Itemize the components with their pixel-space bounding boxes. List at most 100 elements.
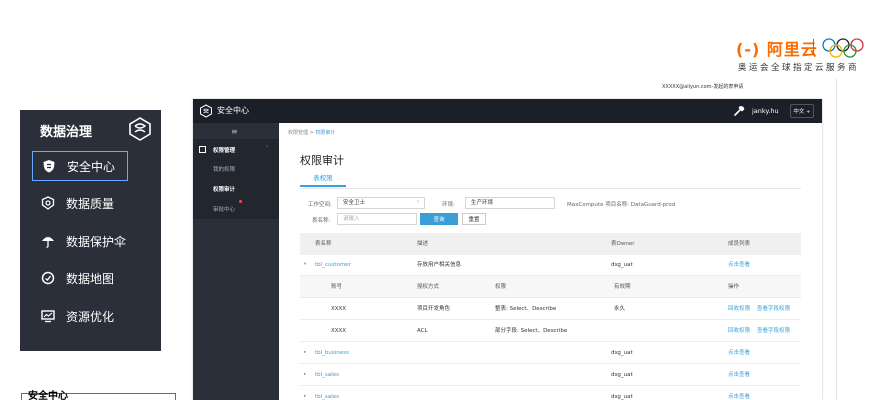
screenshot-stage: (-) 阿里云 奥运会全球指定云服务商 XXXXX@aliyun.com-发起的… xyxy=(0,0,889,400)
col-owner: 表Owner xyxy=(611,241,635,247)
subcol-validity: 有效期 xyxy=(614,284,631,290)
tab-table-permission[interactable]: 表权限 xyxy=(300,169,346,187)
sub-account: XXXX xyxy=(331,328,347,334)
table-row: ▸ tbl_sales dsg_uat 点击查看 xyxy=(300,386,801,400)
map-icon xyxy=(40,270,56,286)
app-logo-icon xyxy=(200,104,212,118)
env-label: 环境: xyxy=(442,202,455,208)
row-owner: dsg_uat xyxy=(611,394,633,400)
menu-item-label: 资源优化 xyxy=(66,309,115,324)
app-title: 安全中心 xyxy=(217,106,249,115)
data-governance-menu: 数据治理 安全中心 数据质量 数据保护伞 数据地图 资源优化 xyxy=(20,110,161,351)
sub-grant: 项目开发角色 xyxy=(417,306,451,312)
expand-arrow-icon[interactable]: ▸ xyxy=(304,364,306,386)
subtable-row: XXXX 项目开发角色 整表: Select、Describe 永久 回收权限 … xyxy=(300,298,801,320)
view-members-link[interactable]: 点击查看 xyxy=(728,386,750,400)
table-name-link[interactable]: tbl_sales xyxy=(315,386,339,400)
col-members: 成员列表 xyxy=(728,241,751,247)
collapse-arrow-icon[interactable]: ▾ xyxy=(304,254,306,276)
subcol-operation: 操作 xyxy=(728,284,740,290)
workspace-select[interactable]: 安全卫士 ⌃ xyxy=(337,197,425,209)
umbrella-icon xyxy=(40,233,56,249)
table-name-link[interactable]: tbl_customer xyxy=(315,254,351,276)
security-center-window: 安全中心 janky.hu 中文 ÷ ≡ 权限管理 ⌃ 我的权限 权限审计 审批… xyxy=(193,99,822,400)
view-field-permission-link[interactable]: 查看字段权限 xyxy=(757,298,790,320)
sidebar-item-approval-center[interactable]: 审批中心 xyxy=(213,205,235,213)
app-sidebar: ≡ 权限管理 ⌃ 我的权限 权限审计 审批中心 xyxy=(193,123,279,400)
brand-divider xyxy=(813,39,814,55)
reset-button[interactable]: 重置 xyxy=(462,213,486,225)
expand-arrow-icon[interactable]: ▸ xyxy=(304,342,306,364)
table-name-link[interactable]: tbl_sales xyxy=(315,364,339,386)
expand-arrow-icon[interactable]: ▸ xyxy=(304,386,306,400)
top-bar: 安全中心 janky.hu 中文 ÷ xyxy=(193,99,822,123)
subtable-header: 账号 授权方式 权限 有效期 操作 xyxy=(300,276,801,298)
email-caption: XXXXX@aliyun.com-发起的表申请 xyxy=(662,84,744,90)
sub-validity: 永久 xyxy=(614,306,626,312)
revoke-link[interactable]: 回收权限 xyxy=(728,298,750,320)
view-members-link[interactable]: 点击查看 xyxy=(728,254,750,276)
menu-title: 数据治理 xyxy=(40,125,93,140)
aliyun-branding: (-) 阿里云 奥运会全球指定云服务商 xyxy=(728,36,878,76)
menu-item-data-map[interactable]: 数据地图 xyxy=(32,263,128,293)
quality-icon xyxy=(40,195,56,211)
table-name-input[interactable]: 请输入 xyxy=(337,213,417,225)
menu-item-label: 数据保护伞 xyxy=(66,234,127,249)
language-select[interactable]: 中文 ÷ xyxy=(790,104,814,118)
sidebar-group-permission[interactable]: 权限管理 xyxy=(213,146,235,154)
menu-item-security-center[interactable]: 安全中心 xyxy=(32,151,128,181)
row-owner: dsg_uat xyxy=(611,372,633,378)
table-row: ▸ tbl_business dsg_uat 点击查看 xyxy=(300,342,801,364)
subcol-grant: 授权方式 xyxy=(417,284,440,290)
menu-item-label: 安全中心 xyxy=(67,159,116,174)
aliyun-logo: (-) 阿里云 xyxy=(736,40,818,59)
menu-item-label: 数据质量 xyxy=(66,196,115,211)
query-button[interactable]: 查询 xyxy=(420,213,458,225)
table-row: ▸ tbl_sales dsg_uat 点击查看 xyxy=(300,364,801,386)
breadcrumb-current: 权限审计 xyxy=(315,130,336,136)
subtable-row: XXXX ACL 部分字段: Select、Describe 回收权限 查看字段… xyxy=(300,320,801,342)
breadcrumb-root[interactable]: 权限管理 xyxy=(288,130,308,136)
view-members-link[interactable]: 点击查看 xyxy=(728,364,750,386)
main-content: 权限管理 > 权限审计 权限审计 表权限 工作空间: 安全卫士 ⌃ 环境: 生产环… xyxy=(279,123,822,400)
monitor-icon xyxy=(40,308,56,324)
workspace-value: 安全卫士 xyxy=(343,200,366,206)
menu-item-data-quality[interactable]: 数据质量 xyxy=(32,188,128,218)
view-members-link[interactable]: 点击查看 xyxy=(728,342,750,364)
sidebar-item-my-permission[interactable]: 我的权限 xyxy=(213,165,235,173)
table-header: 表名称 描述 表Owner 成员列表 xyxy=(300,233,801,255)
row-owner: dsg_uat xyxy=(611,262,633,268)
row-description: 存放用户相关信息 xyxy=(417,262,462,268)
project-name: MaxCompute 项目名称: DataGuard-prod xyxy=(567,202,676,208)
revoke-link[interactable]: 回收权限 xyxy=(728,320,750,342)
col-description: 描述 xyxy=(417,241,429,247)
governance-logo-icon xyxy=(129,117,151,141)
tab-divider xyxy=(300,188,801,189)
page-title: 权限审计 xyxy=(300,154,344,167)
breadcrumb: 权限管理 > 权限审计 xyxy=(288,129,335,136)
table-name-link[interactable]: tbl_business xyxy=(315,342,349,364)
brand-subtitle: 奥运会全球指定云服务商 xyxy=(738,63,860,73)
sub-account: XXXX xyxy=(331,306,347,312)
hamburger-icon[interactable]: ≡ xyxy=(231,127,238,136)
sidebar-item-permission-audit[interactable]: 权限审计 xyxy=(213,185,235,193)
menu-item-data-umbrella[interactable]: 数据保护伞 xyxy=(32,226,128,256)
shield-icon xyxy=(41,158,57,174)
wrench-icon[interactable] xyxy=(733,105,745,117)
section-title: 安全中心 xyxy=(28,391,68,400)
sub-grant: ACL xyxy=(417,328,428,334)
table-row: ▾ tbl_customer 存放用户相关信息 dsg_uat 点击查看 xyxy=(300,254,801,276)
subcol-permission: 权限 xyxy=(495,284,507,290)
col-table-name: 表名称 xyxy=(315,241,332,247)
divider-line xyxy=(836,78,837,400)
select-caret-icon: ⌃ xyxy=(415,200,420,206)
chevron-up-icon[interactable]: ⌃ xyxy=(265,145,269,151)
workspace-label: 工作空间: xyxy=(308,202,332,208)
table-name-label: 表名称: xyxy=(312,218,331,224)
user-name[interactable]: janky.hu xyxy=(752,107,779,115)
menu-item-label: 数据地图 xyxy=(66,271,115,286)
menu-item-resource-optimize[interactable]: 资源优化 xyxy=(32,301,128,331)
view-field-permission-link[interactable]: 查看字段权限 xyxy=(757,320,790,342)
env-field[interactable]: 生产环境 xyxy=(465,197,555,209)
row-owner: dsg_uat xyxy=(611,350,633,356)
